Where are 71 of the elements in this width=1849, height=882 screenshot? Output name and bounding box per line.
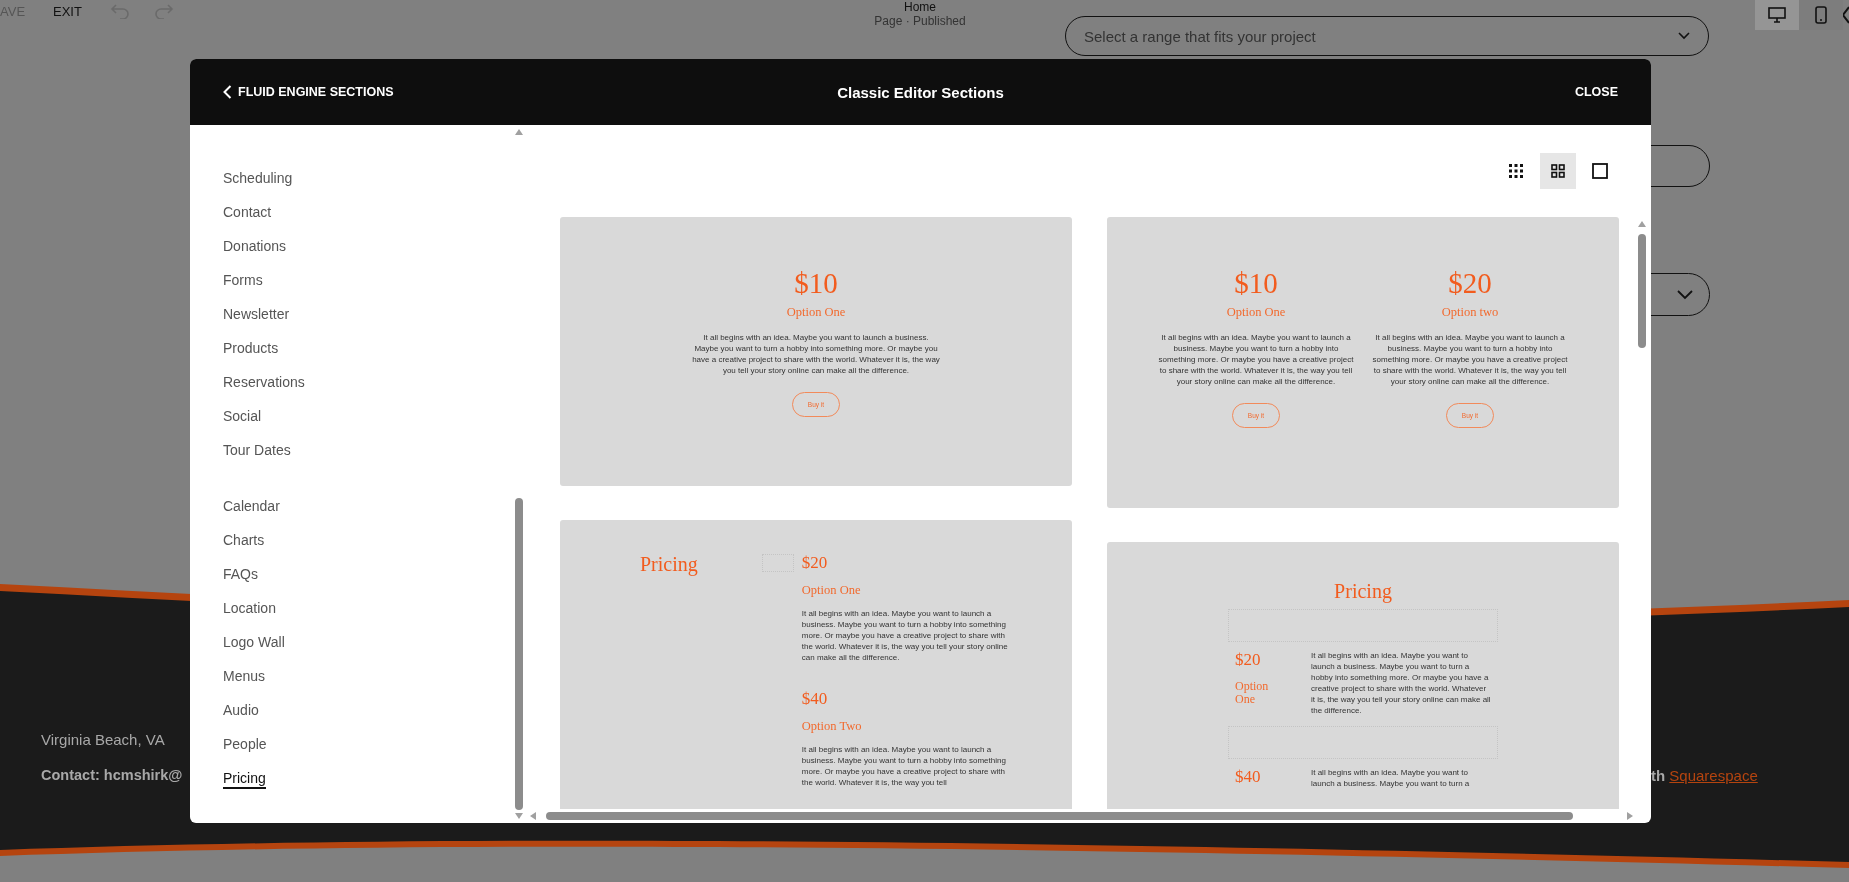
sidebar-item[interactable]: Tour Dates (223, 433, 291, 467)
sidebar-item[interactable]: Products (223, 331, 279, 365)
price: $40 (1235, 767, 1262, 787)
footer-location: Virginia Beach, VA (41, 731, 165, 748)
sidebar-item[interactable]: Scheduling (223, 161, 293, 195)
exit-button[interactable]: EXIT (53, 4, 82, 19)
section-preview[interactable] (560, 520, 1072, 809)
view-toggle[interactable] (1540, 153, 1576, 189)
scroll-right-icon[interactable] (1627, 812, 1633, 820)
price: $10 (794, 267, 838, 299)
section-preview[interactable] (1107, 542, 1619, 809)
sidebar-item[interactable]: Audio (223, 693, 259, 727)
description: It all begins with an idea. Maybe you want to launch a business. Maybe you want to turn a hobby into something more. Or maybe you have a creative project to share with the world. Whatever it is, the way you tell (801, 744, 1007, 788)
close-button[interactable]: CLOSE (1574, 85, 1618, 99)
description: It all begins with an idea. Maybe you want to launch a business. Maybe you want to turn a hobby into something more. Or maybe you have a creative project to share with the world. Whatever it is, the way you tell your story online can make all the difference. (1157, 332, 1355, 387)
section-preview[interactable] (560, 217, 1072, 486)
price: $20 (801, 553, 828, 573)
page-status: Page · Published (874, 14, 966, 29)
option-title: Option two (1441, 305, 1499, 320)
option-title: Option One (801, 583, 861, 598)
sidebar-item[interactable]: FAQs (223, 557, 258, 591)
price: $20 (1448, 267, 1492, 299)
desktop-view-button[interactable] (1755, 0, 1799, 30)
sidebar-item[interactable]: Newsletter (223, 297, 290, 331)
dot-grid-icon (1509, 164, 1523, 178)
sidebar-item[interactable]: Charts (223, 523, 265, 557)
sidebar-item[interactable]: Logo Wall (223, 625, 285, 659)
scrollbar-thumb[interactable] (515, 498, 523, 810)
chevron-left-icon (223, 85, 232, 99)
back-button[interactable]: FLUID ENGINE SECTIONS (223, 85, 394, 99)
option-title: Option One (1226, 305, 1286, 320)
square-icon (1592, 163, 1608, 179)
page-title: Home (904, 0, 936, 14)
scroll-left-icon[interactable] (530, 812, 536, 820)
grid-icon (1551, 164, 1565, 178)
monitor-icon (1768, 7, 1786, 23)
footer-contact: Contact: hcmshirk@ (41, 767, 183, 783)
sidebar-item[interactable]: People (223, 727, 267, 761)
section-title: Pricing (640, 553, 698, 578)
scroll-up-icon[interactable] (515, 129, 523, 135)
sidebar-item[interactable]: Calendar (223, 489, 280, 523)
sidebar-item[interactable]: Contact (223, 195, 272, 229)
sidebar-item[interactable]: Reservations (223, 365, 305, 399)
sidebar-item[interactable]: Menus (223, 659, 266, 693)
scroll-down-icon[interactable] (515, 813, 523, 819)
scrollbar-thumb[interactable] (1638, 234, 1646, 348)
description: It all begins with an idea. Maybe you want to launch a business. Maybe you want to turn a hobby into something more. Or maybe you have a creative project to share with the world. Whatever it is, the way you tell your story online can make all the difference. (691, 332, 941, 376)
option-title: Option One (1235, 680, 1270, 706)
sidebar-item[interactable]: Forms (223, 263, 263, 297)
sidebar-item[interactable]: Pricing (223, 769, 266, 789)
option-title: Option Two (801, 719, 862, 734)
sidebar-item[interactable]: Donations (223, 229, 287, 263)
scrollbar-thumb[interactable] (546, 812, 1573, 820)
scroll-up-icon[interactable] (1638, 221, 1646, 227)
price: $10 (1234, 267, 1278, 299)
description: It all begins with an idea. Maybe you want to launch a business. Maybe you want to turn a hobby into something more. Or maybe you have a creative project to share with the world. Whatever it is, the way you tell your story online can make all the difference. (1311, 650, 1491, 716)
dialog-title: Classic Editor Sections (837, 83, 1004, 101)
description: It all begins with an idea. Maybe you want to launch a business. Maybe you want to turn a hobby into something more. Or maybe you have a creative project to share with the world. Whatever it is, the way you tell your story online can make all the difference. (1371, 332, 1569, 387)
phone-icon (1815, 6, 1827, 24)
description: It all begins with an idea. Maybe you want to launch a business. Maybe you want to turn a hobby into something more. Or maybe you have a creative project to share with the world. Whatever it is, the way you tell your story online can make all the difference. (801, 608, 1009, 663)
sidebar-item[interactable]: Location (223, 591, 276, 625)
chevron-down-icon (1677, 289, 1693, 300)
sidebar-item[interactable]: Social (223, 399, 262, 433)
section-title: Pricing (1334, 580, 1392, 603)
section-preview[interactable] (1107, 217, 1619, 508)
price: $40 (801, 689, 828, 709)
chevron-down-icon (1678, 32, 1690, 40)
option-title: Option One (786, 305, 846, 320)
description: It all begins with an idea. Maybe you want to launch a business. Maybe you want to turn a (1311, 767, 1471, 789)
price: $20 (1235, 650, 1262, 670)
footer-credit: th Squarespace (1651, 767, 1758, 784)
